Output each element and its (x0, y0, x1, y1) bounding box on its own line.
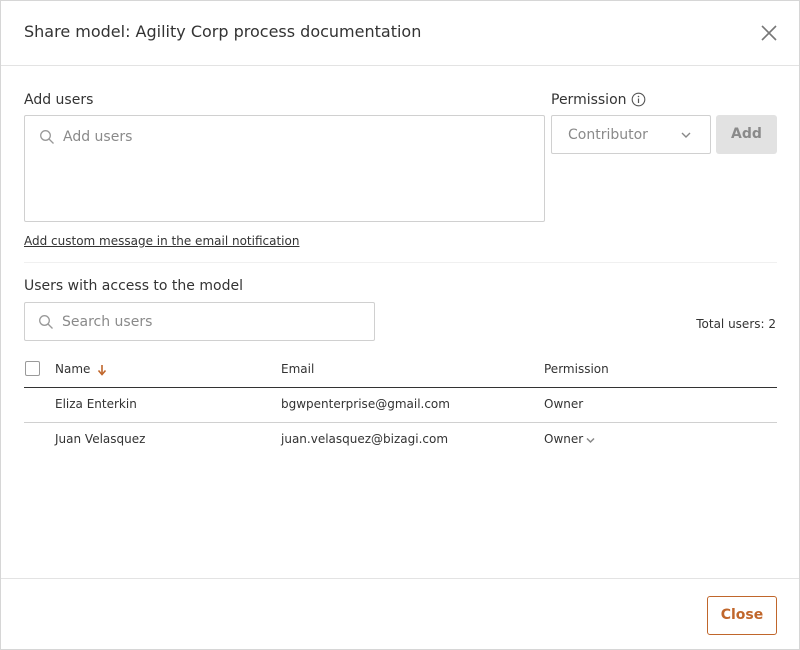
add-button[interactable]: Add (716, 115, 777, 154)
dialog-header: Share model: Agility Corp process docume… (1, 1, 799, 66)
row-divider (24, 422, 777, 423)
share-model-dialog: Share model: Agility Corp process docume… (0, 0, 800, 650)
add-users-input[interactable] (63, 126, 533, 148)
row-name: Eliza Enterkin (55, 397, 137, 411)
search-icon (39, 315, 53, 329)
total-users-count: Total users: 2 (696, 317, 776, 331)
add-users-field[interactable] (24, 115, 545, 222)
chevron-down-icon[interactable] (585, 436, 596, 445)
permission-select[interactable]: Contributor (551, 115, 711, 154)
search-users-input[interactable] (62, 312, 362, 332)
users-access-label: Users with access to the model (24, 278, 243, 294)
search-users-field[interactable] (24, 302, 375, 341)
permission-select-value: Contributor (568, 127, 648, 143)
row-name: Juan Velasquez (55, 432, 146, 446)
row-email: juan.velasquez@bizagi.com (281, 432, 449, 446)
close-icon[interactable] (757, 21, 781, 45)
permission-label: Permission (551, 92, 627, 108)
sort-arrow-down-icon[interactable] (96, 363, 108, 377)
search-icon (40, 130, 54, 144)
row-email: bgwpenterprise@gmail.com (281, 397, 450, 411)
close-button[interactable]: Close (707, 596, 777, 635)
table-header-divider (24, 387, 777, 388)
select-all-checkbox[interactable] (25, 361, 40, 376)
add-users-label: Add users (24, 92, 94, 108)
custom-message-link[interactable]: Add custom message in the email notifica… (24, 234, 299, 248)
chevron-down-icon (681, 132, 691, 138)
row-permission: Owner (544, 397, 584, 411)
dialog-title: Share model: Agility Corp process docume… (24, 22, 422, 41)
column-header-permission: Permission (544, 362, 609, 376)
dialog-footer-divider (1, 578, 799, 579)
column-header-name[interactable]: Name (55, 362, 90, 376)
column-header-email: Email (281, 362, 315, 376)
row-permission-select[interactable]: Owner (544, 432, 583, 446)
section-divider (24, 262, 777, 263)
info-icon[interactable] (631, 92, 646, 107)
